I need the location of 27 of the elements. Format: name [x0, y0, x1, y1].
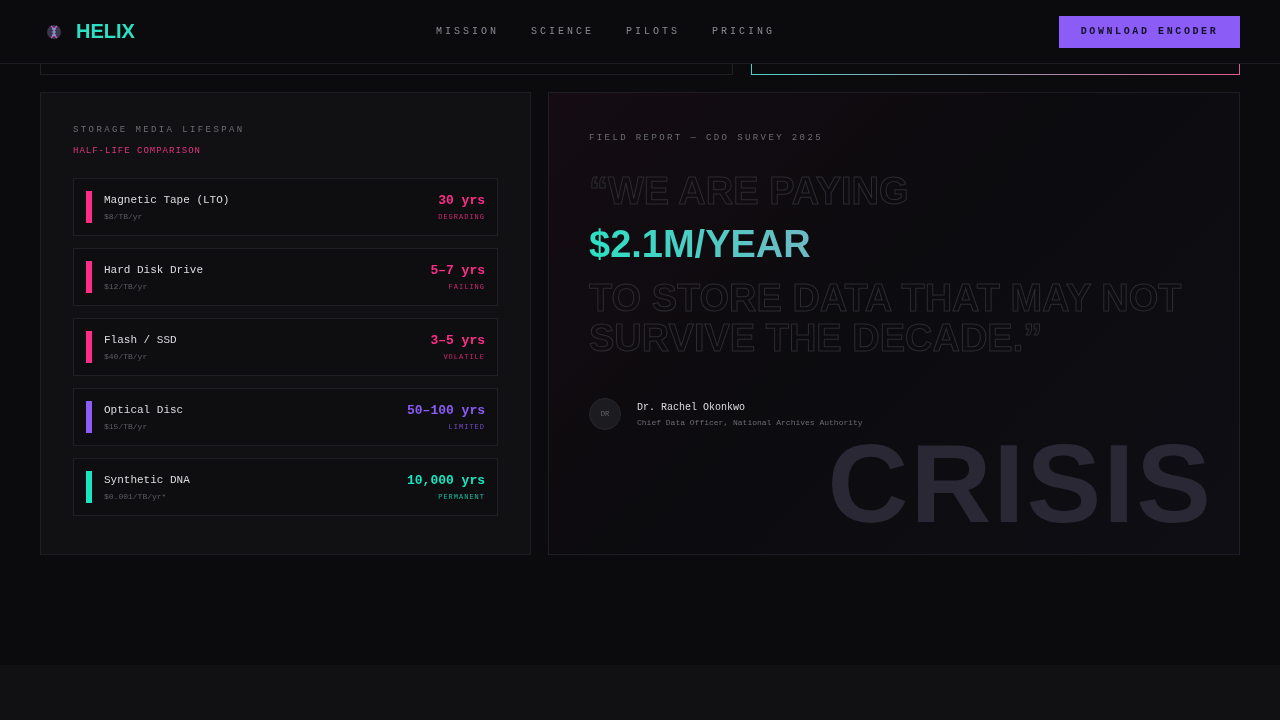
- media-cost: $12/TB/yr: [104, 281, 149, 291]
- media-cost: $15/TB/yr: [104, 421, 149, 431]
- lifespan-years: 30 yrs: [438, 193, 485, 208]
- media-cost: $40/TB/yr: [104, 351, 149, 361]
- author-role: Chief Data Officer, National Archives Authority: [637, 417, 863, 427]
- media-name: Synthetic DNA: [104, 473, 191, 486]
- helix-logo-icon: [46, 23, 62, 40]
- section-eyebrow: STORAGE MEDIA LIFESPAN: [73, 125, 246, 135]
- nav-link[interactable]: PRICING: [712, 26, 776, 37]
- media-cost: $8/TB/yr: [104, 211, 144, 221]
- author-name: Dr. Rachel Okonkwo: [637, 401, 747, 413]
- media-name: Hard Disk Drive: [104, 263, 205, 276]
- lifespan-years: 3–5 yrs: [430, 333, 485, 348]
- lifespan-years: 10,000 yrs: [407, 473, 485, 488]
- section-subtitle: HALF-LIFE COMPARISON: [73, 146, 203, 156]
- lifespan-years: 50–100 yrs: [407, 403, 485, 418]
- download-button[interactable]: DOWNLOAD ENCODER: [1059, 15, 1240, 48]
- report-eyebrow: FIELD REPORT — CDO SURVEY 2025: [589, 133, 825, 143]
- media-cost: $0.001/TB/yr*: [104, 491, 168, 501]
- nav-link[interactable]: PILOTS: [626, 26, 681, 37]
- lifespan-years: 5–7 yrs: [430, 263, 485, 278]
- logo[interactable]: HELIX: [76, 20, 135, 43]
- media-name: Optical Disc: [104, 403, 185, 416]
- media-name: Flash / SSD: [104, 333, 178, 346]
- media-name: Magnetic Tape (LTO): [104, 193, 231, 206]
- nav-link[interactable]: SCIENCE: [531, 26, 595, 37]
- nav-link[interactable]: MISSION: [436, 26, 499, 37]
